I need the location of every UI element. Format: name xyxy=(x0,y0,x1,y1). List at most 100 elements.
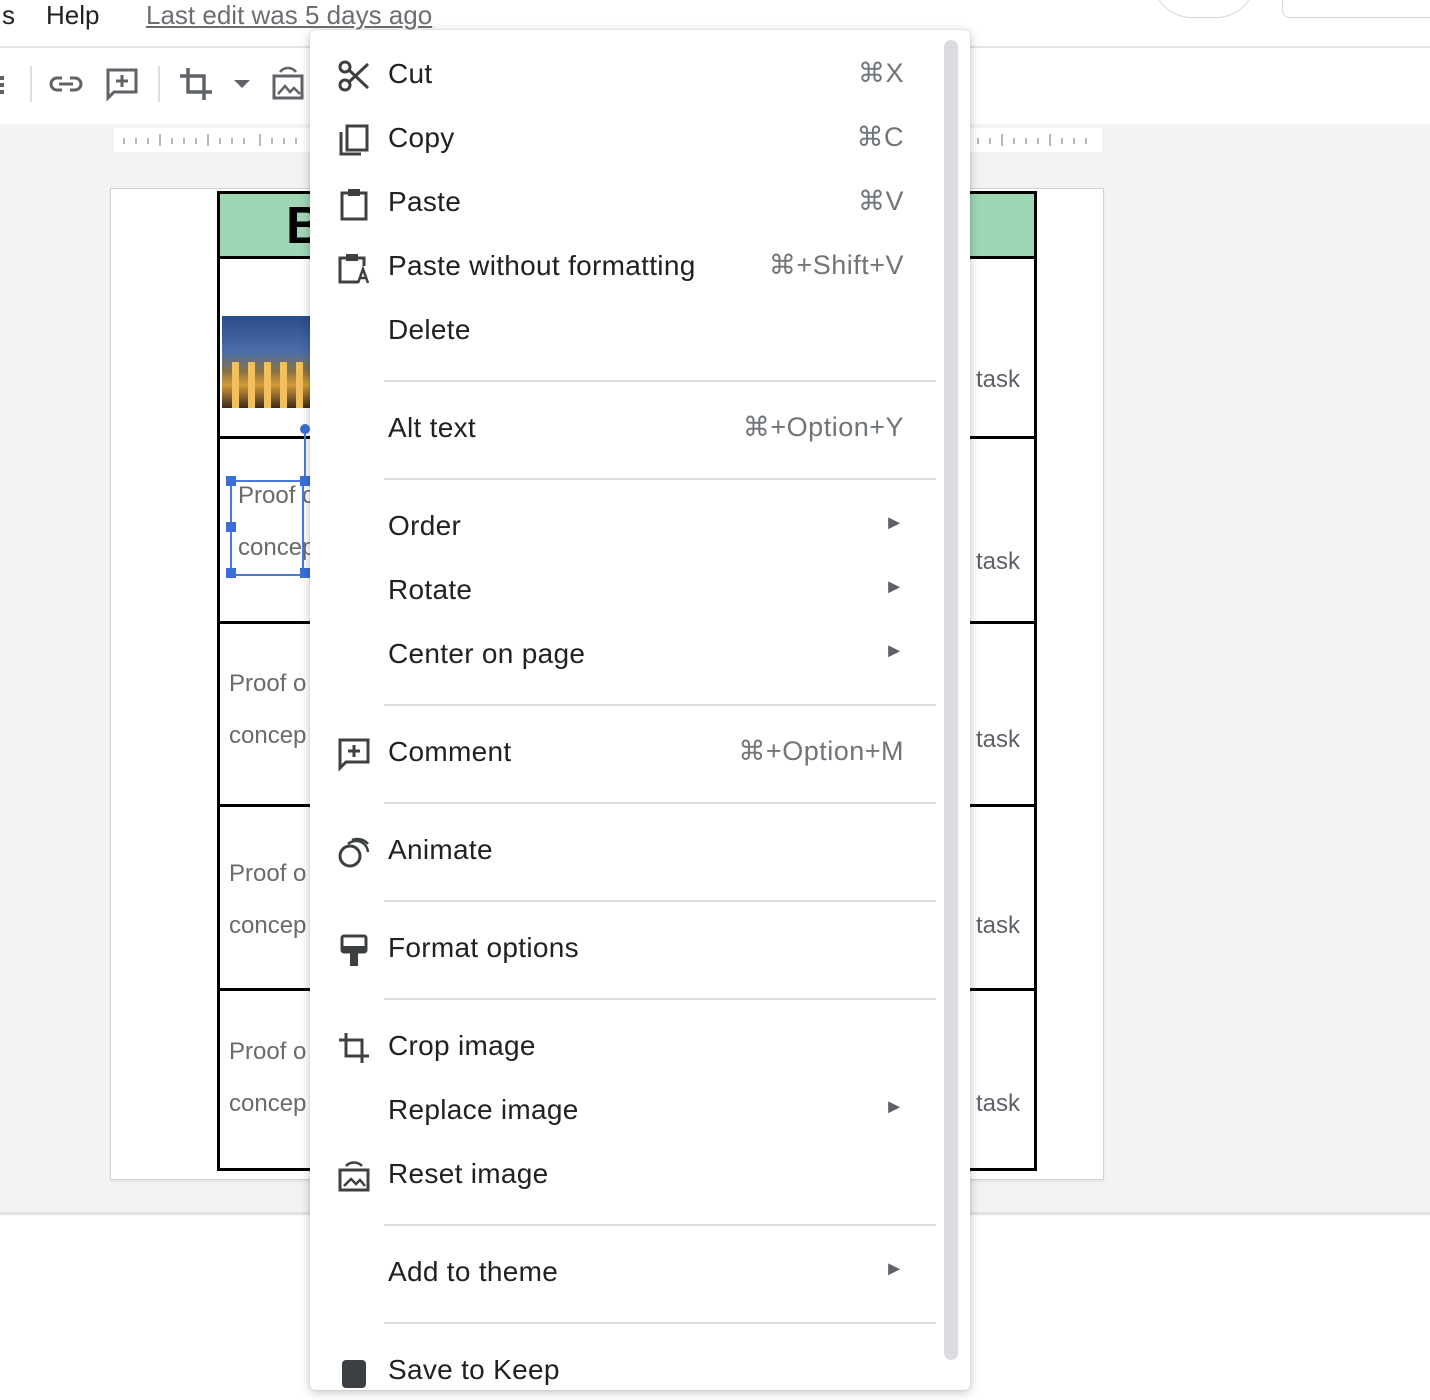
menu-item-animate[interactable]: Animate xyxy=(310,824,934,880)
menu-shortcut: ⌘C xyxy=(856,122,904,152)
task-label: task xyxy=(975,912,1020,939)
menu-item-format-options[interactable]: Format options xyxy=(310,922,934,978)
animate-icon xyxy=(338,837,370,868)
menu-separator xyxy=(384,1322,936,1324)
menu-separator xyxy=(384,704,936,706)
cell-text-line1: Proof o xyxy=(229,1038,307,1065)
submenu-arrow-icon: ► xyxy=(884,576,904,598)
menu-help[interactable]: Help xyxy=(46,0,99,31)
crop-icon[interactable] xyxy=(176,64,216,104)
cell-text-line2: concep xyxy=(238,534,316,561)
menu-label: Replace image xyxy=(388,1094,579,1125)
scissors-icon xyxy=(338,60,370,92)
toolbar-separator xyxy=(30,66,32,102)
menu-label: Format options xyxy=(388,932,579,963)
menu-label: Rotate xyxy=(388,574,473,605)
present-button[interactable] xyxy=(1152,0,1256,18)
menu-label: Comment xyxy=(388,736,512,767)
reset-image-icon xyxy=(338,1161,370,1192)
menu-item-order[interactable]: Order ► xyxy=(310,500,934,556)
menu-item-paste[interactable]: Paste ⌘V xyxy=(310,176,934,232)
menu-shortcut: ⌘+Option+Y xyxy=(742,412,904,442)
reset-image-icon[interactable] xyxy=(268,64,308,104)
submenu-arrow-icon: ► xyxy=(884,640,904,662)
submenu-arrow-icon: ► xyxy=(884,1096,904,1118)
share-button[interactable] xyxy=(1282,0,1430,18)
menu-separator xyxy=(384,900,936,902)
menu-shortcut: ⌘+Shift+V xyxy=(768,250,904,280)
menu-shortcut: ⌘X xyxy=(857,58,904,88)
rotation-stem xyxy=(304,430,306,480)
menu-label: Save to Keep xyxy=(388,1354,560,1385)
add-comment-icon xyxy=(338,738,370,772)
cell-text-line1: Proof o xyxy=(229,860,307,887)
menu-item-cut[interactable]: Cut ⌘X xyxy=(310,48,934,104)
menu-label: Paste xyxy=(388,186,462,217)
landmark-photo[interactable] xyxy=(222,316,318,408)
menu-item-partial[interactable]: s xyxy=(2,0,15,31)
menu-separator xyxy=(384,380,936,382)
menu-label: Copy xyxy=(388,122,455,153)
menu-item-reset-image[interactable]: Reset image xyxy=(310,1148,934,1204)
resize-handle[interactable] xyxy=(226,476,236,486)
menu-item-paste-without-formatting[interactable]: Paste without formatting ⌘+Shift+V xyxy=(310,240,934,296)
cell-text-line2: concep xyxy=(229,722,307,749)
menu-shortcut: ⌘+Option+M xyxy=(738,736,904,766)
menu-item-replace-image[interactable]: Replace image ► xyxy=(310,1084,934,1140)
menu-item-rotate[interactable]: Rotate ► xyxy=(310,564,934,620)
crop-icon xyxy=(339,1033,369,1063)
menu-item-crop-image[interactable]: Crop image xyxy=(310,1020,934,1076)
cell-text-line1: Proof o xyxy=(229,670,307,697)
menu-label: Add to theme xyxy=(388,1256,559,1287)
menu-label: Crop image xyxy=(388,1030,536,1061)
menu-label: Paste without formatting xyxy=(388,250,696,281)
submenu-arrow-icon: ► xyxy=(884,512,904,534)
format-paint-icon xyxy=(340,934,368,966)
copy-icon xyxy=(339,124,369,156)
horizontal-ruler xyxy=(114,128,314,152)
menu-label: Animate xyxy=(388,834,493,865)
menu-separator xyxy=(384,478,936,480)
last-edit-link[interactable]: Last edit was 5 days ago xyxy=(146,0,432,31)
resize-handle[interactable] xyxy=(226,568,236,578)
menu-label: Order xyxy=(388,510,462,541)
menu-label: Center on page xyxy=(388,638,586,669)
menu-item-alt-text[interactable]: Alt text ⌘+Option+Y xyxy=(310,402,934,458)
task-label: task xyxy=(975,366,1020,393)
menu-separator xyxy=(384,998,936,1000)
rotation-handle[interactable] xyxy=(300,424,310,434)
task-label: task xyxy=(975,1090,1020,1117)
task-label: task xyxy=(975,726,1020,753)
menu-shortcut: ⌘V xyxy=(857,186,904,216)
menu-item-save-to-keep[interactable]: Save to Keep xyxy=(310,1344,934,1400)
menu-scrollbar[interactable] xyxy=(944,40,958,1360)
menu-separator xyxy=(384,1224,936,1226)
menu-label: Alt text xyxy=(388,412,476,443)
resize-handle[interactable] xyxy=(226,522,236,532)
resize-handle[interactable] xyxy=(300,568,310,578)
menu-item-center-on-page[interactable]: Center on page ► xyxy=(310,628,934,684)
horizontal-ruler-right xyxy=(970,128,1102,152)
cell-text-line2: concep xyxy=(229,912,307,939)
more-vert-icon[interactable] xyxy=(0,64,26,104)
keep-icon xyxy=(342,1360,366,1388)
menu-separator xyxy=(384,802,936,804)
cell-text-line1: Proof c xyxy=(238,482,315,509)
menu-item-comment[interactable]: Comment ⌘+Option+M xyxy=(310,726,934,782)
menu-item-delete[interactable]: Delete xyxy=(310,304,934,360)
submenu-arrow-icon: ► xyxy=(884,1258,904,1280)
menu-label: Delete xyxy=(388,314,471,345)
toolbar-separator xyxy=(158,66,160,102)
task-label: task xyxy=(975,548,1020,575)
cell-text-line2: concep xyxy=(229,1090,307,1117)
link-icon[interactable] xyxy=(46,64,86,104)
context-menu: Cut ⌘X Copy ⌘C Paste ⌘V Paste without fo… xyxy=(310,30,970,1390)
menu-label: Reset image xyxy=(388,1158,549,1189)
chevron-down-icon[interactable] xyxy=(222,64,262,104)
clipboard-icon xyxy=(340,189,368,221)
menu-item-add-to-theme[interactable]: Add to theme ► xyxy=(310,1246,934,1302)
paste-plain-icon xyxy=(338,254,370,284)
add-comment-icon[interactable] xyxy=(102,64,142,104)
menu-label: Cut xyxy=(388,58,433,89)
menu-item-copy[interactable]: Copy ⌘C xyxy=(310,112,934,168)
